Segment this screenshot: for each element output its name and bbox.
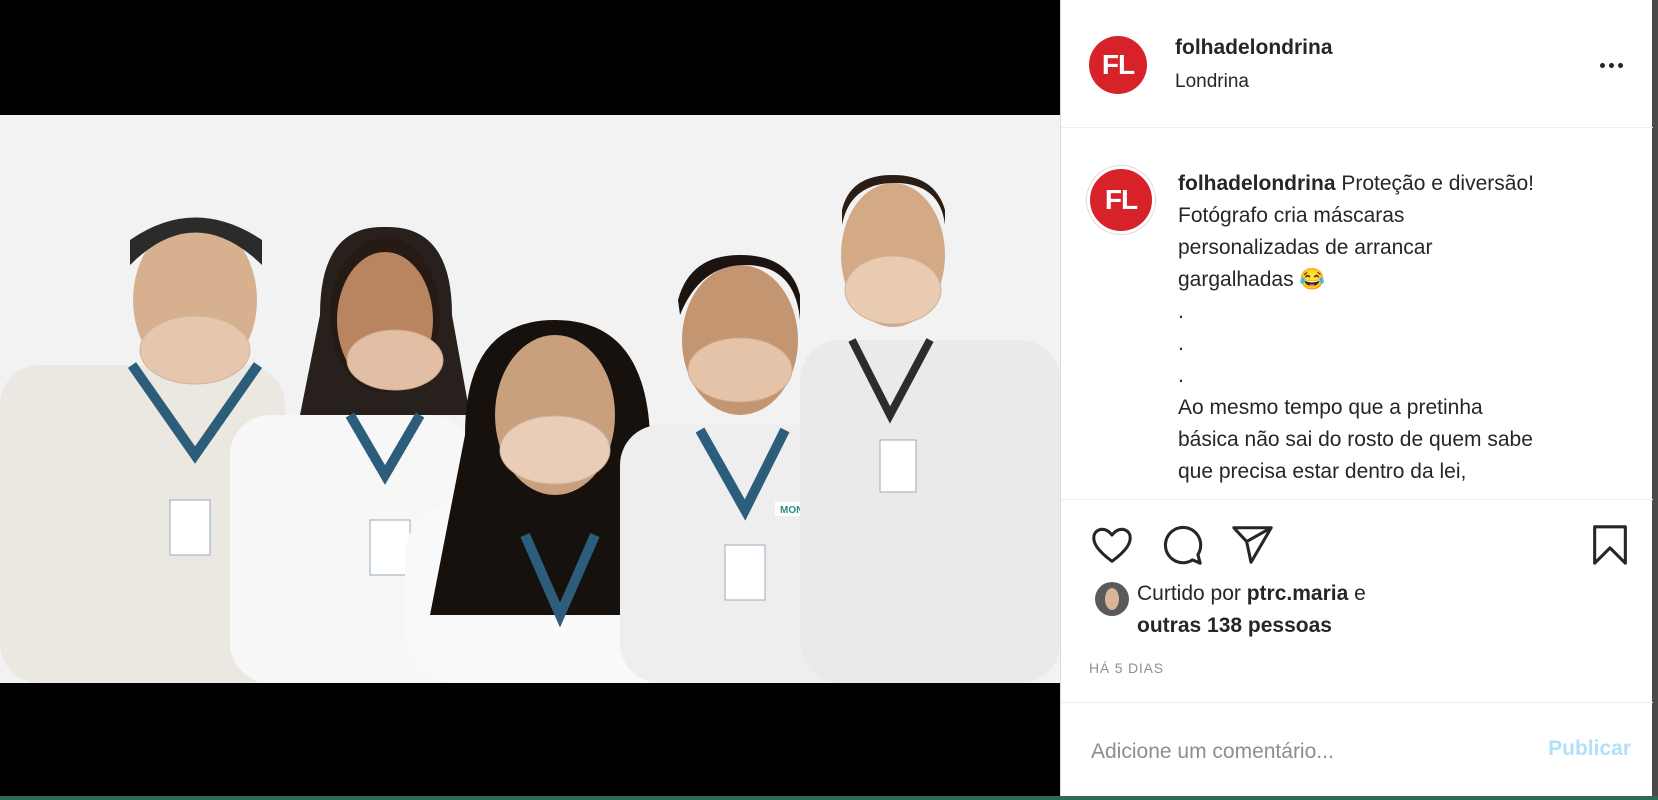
likes-prefix: Curtido por <box>1137 582 1247 605</box>
caption-line: Ao mesmo tempo que a pretinha <box>1178 396 1483 419</box>
bookmark-icon[interactable] <box>1587 522 1633 568</box>
likes-line-1: Curtido por ptrc.maria e <box>1137 582 1366 606</box>
caption-line: Proteção e diversão! <box>1341 172 1534 195</box>
more-options-icon[interactable] <box>1591 50 1631 80</box>
caption-line: gargalhadas 😂 <box>1178 268 1326 291</box>
share-icon[interactable] <box>1229 522 1275 568</box>
caption-line: personalizadas de arrancar <box>1178 236 1433 259</box>
caption-line: . <box>1178 364 1184 387</box>
post-timestamp[interactable]: HÁ 5 DIAS <box>1089 660 1164 676</box>
likes-count-link[interactable]: outras 138 pessoas <box>1137 614 1332 638</box>
caption-line: Fotógrafo cria máscaras <box>1178 204 1405 227</box>
comment-input[interactable] <box>1089 727 1513 777</box>
window-bottom-edge <box>0 796 1658 800</box>
location-link[interactable]: Londrina <box>1175 71 1249 93</box>
liker-avatar[interactable] <box>1095 582 1129 616</box>
avatar-initials: FL <box>1101 49 1135 80</box>
liker-username-link[interactable]: ptrc.maria <box>1247 582 1349 605</box>
caption-line: . <box>1178 332 1184 355</box>
post-photo-illustration: MONACA <box>0 115 1060 683</box>
comment-icon[interactable] <box>1159 522 1205 568</box>
caption-line: que precisa estar dentro da lei, <box>1178 460 1467 483</box>
instagram-post-window: MONACA FL folhadelondrina Londrina <box>0 0 1658 800</box>
caption-username-link[interactable]: folhadelondrina <box>1178 172 1336 195</box>
caption-line: . <box>1178 300 1184 323</box>
profile-username-link[interactable]: folhadelondrina <box>1175 36 1333 60</box>
caption-section: FL folhadelondrina Proteção e diversão! … <box>1061 128 1653 500</box>
likes-conjunction: e <box>1348 582 1366 605</box>
caption-text: folhadelondrina Proteção e diversão! Fot… <box>1178 168 1598 488</box>
profile-avatar[interactable]: FL <box>1089 36 1147 94</box>
post-sidebar: FL folhadelondrina Londrina FL folhadelo… <box>1060 0 1653 796</box>
post-header: FL folhadelondrina Londrina <box>1061 0 1653 128</box>
heart-icon[interactable] <box>1089 522 1135 568</box>
post-photo[interactable]: MONACA <box>0 115 1060 683</box>
caption-line: básica não sai do rosto de quem sabe <box>1178 428 1533 451</box>
avatar-initials: FL <box>1104 184 1138 215</box>
caption-avatar[interactable]: FL <box>1087 166 1155 234</box>
comment-composer: Publicar <box>1061 702 1653 796</box>
publish-button[interactable]: Publicar <box>1531 737 1631 761</box>
likes-summary: Curtido por ptrc.maria e outras 138 pess… <box>1091 578 1631 650</box>
post-media-pane: MONACA <box>0 0 1060 800</box>
post-actions-bar <box>1061 500 1653 590</box>
